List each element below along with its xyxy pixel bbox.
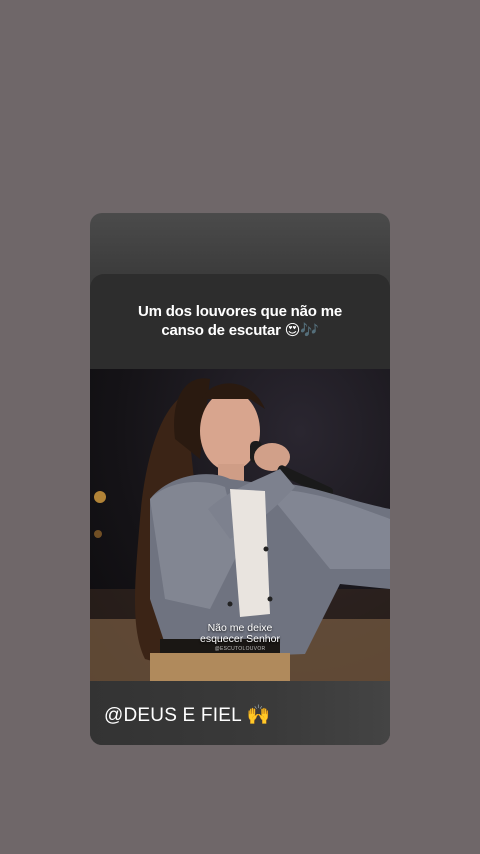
story-card: Um dos louvores que não me canso de escu… (90, 213, 390, 745)
video-watermark: @ESCUTOLOUVOR (214, 646, 266, 652)
mention-bar: @DEUS E FIEL 🙌 (90, 681, 390, 745)
caption-panel: Um dos louvores que não me canso de escu… (90, 274, 390, 369)
mention-label: @DEUS E FIEL (104, 705, 242, 726)
caption-text: Um dos louvores que não me canso de escu… (90, 303, 390, 340)
mention-sticker[interactable]: @DEUS E FIEL 🙌 (104, 703, 270, 727)
caption-emoji-icon: 😍🎶 (284, 321, 319, 339)
subtitle-line-2: esquecer Senhor (200, 633, 280, 645)
raised-hands-icon: 🙌 (246, 704, 271, 726)
video-player[interactable]: Não me deixe esquecer Senhor @ESCUTOLOUV… (90, 369, 390, 681)
